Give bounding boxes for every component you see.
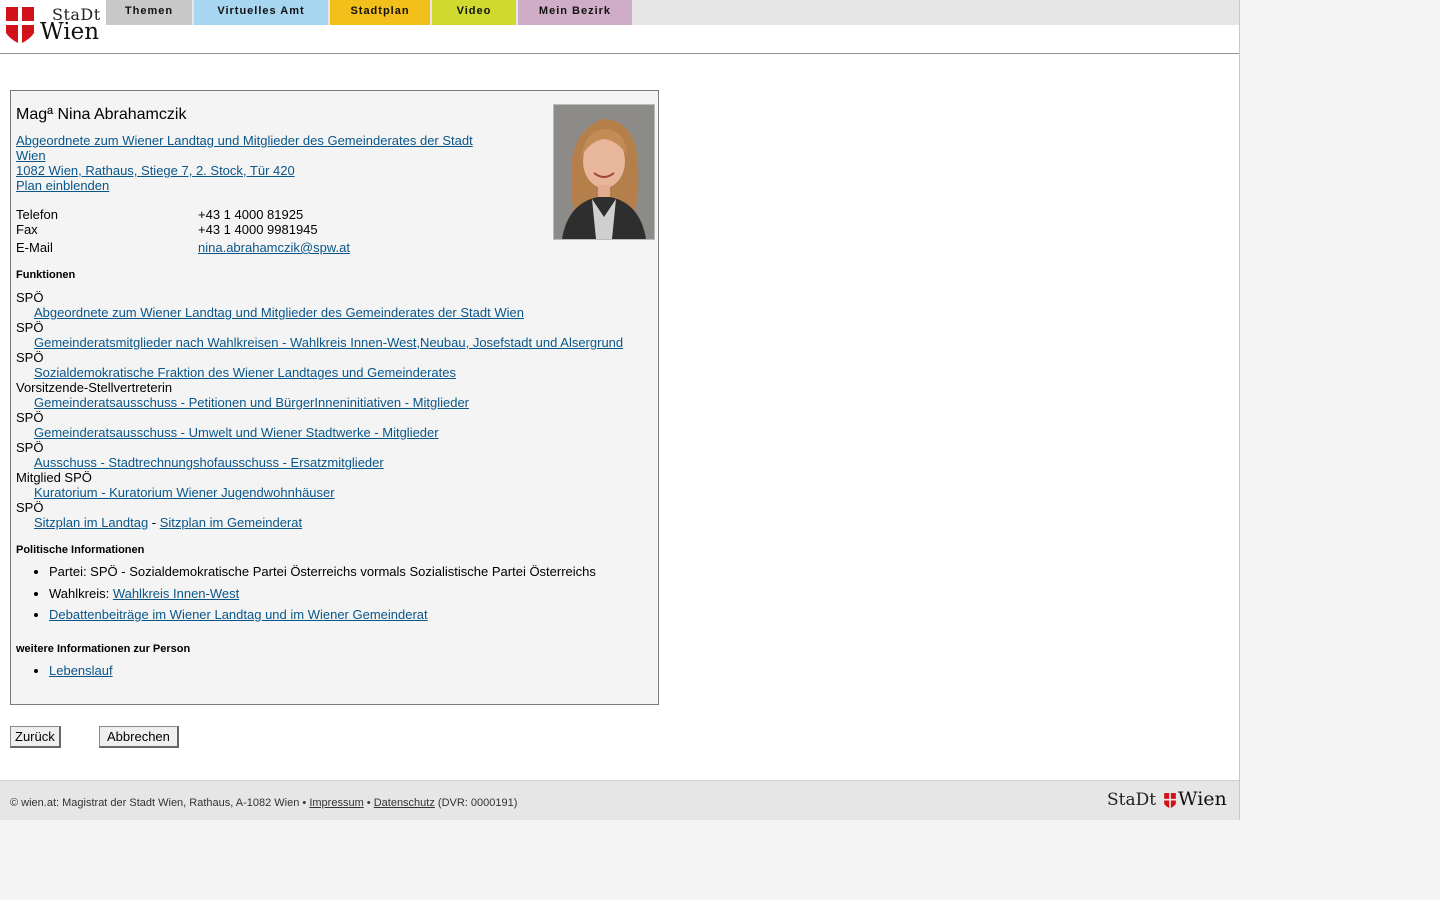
debatten-item: Debattenbeiträge im Wiener Landtag und i…	[49, 607, 428, 622]
nav-tab-video[interactable]: Video	[432, 0, 516, 26]
person-name: Magª Nina Abrahamczik	[16, 106, 187, 123]
role-link-line1[interactable]: Abgeordnete zum Wiener Landtag und Mitgl…	[16, 133, 473, 148]
address-link[interactable]: 1082 Wien, Rathaus, Stiege 7, 2. Stock, …	[16, 163, 295, 178]
footer-logo-stadt: StaDt	[1107, 790, 1157, 810]
wahlkreis-label: Wahlkreis:	[49, 586, 113, 601]
header: StaDt Wien Themen Virtuelles Amt Stadtpl…	[0, 0, 1239, 54]
function-link[interactable]: Sozialdemokratische Fraktion des Wiener …	[34, 365, 456, 380]
sitzplan-row: Sitzplan im Landtag - Sitzplan im Gemein…	[34, 515, 302, 530]
lebenslauf-item: Lebenslauf	[49, 663, 113, 678]
footer-shield-icon	[1164, 793, 1176, 808]
nav-tab-themen[interactable]: Themen	[106, 0, 192, 26]
sitzplan-gemeinderat-link[interactable]: Sitzplan im Gemeinderat	[160, 515, 302, 530]
page: StaDt Wien Themen Virtuelles Amt Stadtpl…	[0, 0, 1240, 820]
function-link[interactable]: Kuratorium - Kuratorium Wiener Jugendwoh…	[34, 485, 335, 500]
lebenslauf-link[interactable]: Lebenslauf	[49, 663, 113, 678]
partei-item: Partei: SPÖ - Sozialdemokratische Partei…	[49, 564, 596, 579]
nav-tab-stadtplan[interactable]: Stadtplan	[330, 0, 430, 26]
footer-bullet: •	[363, 797, 374, 809]
role-link-line2[interactable]: Wien	[16, 148, 46, 163]
contact-value-telefon: +43 1 4000 81925	[198, 207, 304, 222]
footer-text: © wien.at: Magistrat der Stadt Wien, Rat…	[10, 797, 517, 809]
logo-text-wien: Wien	[40, 19, 100, 45]
nav-tab-virtuelles-amt[interactable]: Virtuelles Amt	[194, 0, 328, 26]
main-navigation: Themen Virtuelles Amt Stadtplan Video Me…	[106, 0, 1239, 26]
function-link[interactable]: Gemeinderatsmitglieder nach Wahlkreisen …	[34, 335, 623, 350]
contact-label-telefon: Telefon	[16, 207, 58, 222]
datenschutz-link[interactable]: Datenschutz	[374, 797, 435, 809]
function-role: SPÖ	[16, 500, 44, 515]
contact-value-fax: +43 1 4000 9981945	[198, 222, 318, 237]
function-role: SPÖ	[16, 440, 44, 455]
cancel-button[interactable]: Abbrechen	[99, 726, 179, 748]
function-link[interactable]: Gemeinderatsausschuss - Umwelt und Wiene…	[34, 425, 439, 440]
footer-logo-wien: Wien	[1178, 788, 1227, 810]
function-role: SPÖ	[16, 350, 44, 365]
function-link[interactable]: Gemeinderatsausschuss - Petitionen und B…	[34, 395, 469, 410]
footer-dvr: (DVR: 0000191)	[434, 797, 518, 809]
wien-shield-icon	[6, 7, 34, 43]
plan-einblenden-link[interactable]: Plan einblenden	[16, 178, 109, 193]
portrait-image	[554, 105, 654, 239]
sitzplan-separator: -	[148, 515, 160, 530]
person-photo	[553, 104, 655, 240]
person-card: Magª Nina Abrahamczik Abgeordnete zum Wi…	[10, 90, 659, 705]
function-role: Vorsitzende-Stellvertreterin	[16, 380, 173, 395]
stadt-wien-logo[interactable]: StaDt Wien	[6, 5, 102, 45]
function-role: Mitglied SPÖ	[16, 470, 92, 485]
back-button[interactable]: Zurück	[10, 726, 61, 748]
wahlkreis-link[interactable]: Wahlkreis Innen-West	[113, 586, 239, 601]
function-role: SPÖ	[16, 290, 44, 305]
function-role: SPÖ	[16, 410, 44, 425]
footer: © wien.at: Magistrat der Stadt Wien, Rat…	[0, 780, 1239, 820]
function-link[interactable]: Abgeordnete zum Wiener Landtag und Mitgl…	[34, 305, 524, 320]
nav-tab-mein-bezirk[interactable]: Mein Bezirk	[518, 0, 632, 26]
footer-copyright: © wien.at: Magistrat der Stadt Wien, Rat…	[10, 797, 310, 809]
wahlkreis-item: Wahlkreis: Wahlkreis Innen-West	[49, 586, 239, 601]
contact-label-email: E-Mail	[16, 240, 53, 255]
email-link[interactable]: nina.abrahamczik@spw.at	[198, 240, 350, 255]
sitzplan-landtag-link[interactable]: Sitzplan im Landtag	[34, 515, 148, 530]
debatten-link[interactable]: Debattenbeiträge im Wiener Landtag und i…	[49, 607, 428, 622]
function-role: SPÖ	[16, 320, 44, 335]
function-link[interactable]: Ausschuss - Stadtrechnungshofausschuss -…	[34, 455, 384, 470]
contact-label-fax: Fax	[16, 222, 38, 237]
politische-informationen-heading: Politische Informationen	[16, 544, 145, 556]
funktionen-heading: Funktionen	[16, 269, 76, 281]
footer-logo[interactable]: StaDt Wien	[1107, 788, 1231, 814]
impressum-link[interactable]: Impressum	[309, 797, 363, 809]
weitere-informationen-heading: weitere Informationen zur Person	[16, 643, 191, 655]
